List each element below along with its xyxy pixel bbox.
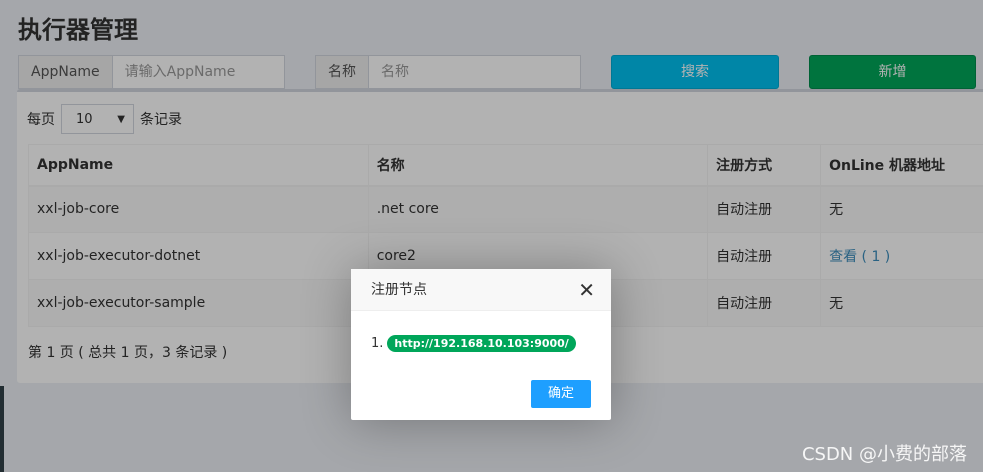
sidebar-edge: [0, 386, 4, 472]
node-address-badge: http://192.168.10.103:9000/: [387, 335, 576, 352]
watermark: CSDN @小费的部落: [801, 444, 967, 465]
registered-nodes-dialog: 注册节点 ✕ 1. http://192.168.10.103:9000/ 确定: [351, 269, 611, 420]
dialog-title: 注册节点: [371, 282, 427, 298]
dialog-header: 注册节点 ✕: [351, 269, 611, 311]
dialog-body: 1. http://192.168.10.103:9000/: [371, 335, 576, 352]
close-icon[interactable]: ✕: [578, 269, 595, 311]
confirm-button[interactable]: 确定: [531, 380, 591, 408]
node-index: 1.: [371, 336, 384, 351]
